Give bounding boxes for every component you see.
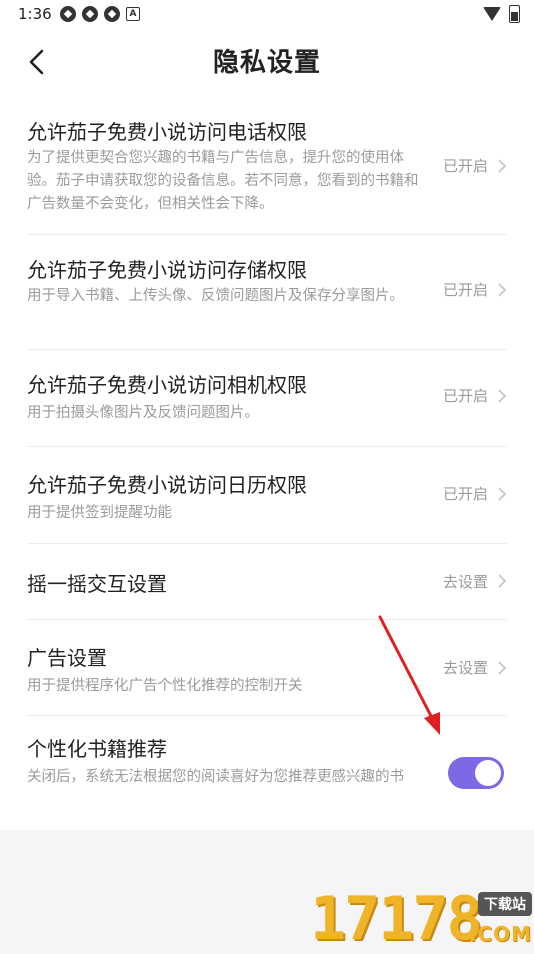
watermark-number: 17178 (310, 884, 483, 954)
setting-row-ad-settings[interactable]: 广告设置 用于提供程序化广告个性化推荐的控制开关 去设置 (0, 620, 534, 716)
setting-title: 允许茄子免费小说访问相机权限 (27, 373, 307, 397)
chevron-right-icon (498, 389, 507, 403)
site-watermark: 17178 下载站 .COM (310, 884, 534, 954)
setting-title: 广告设置 (27, 646, 107, 670)
app-notification-icon (82, 6, 98, 22)
watermark-badge: 下载站 (478, 892, 532, 916)
chevron-right-icon (498, 661, 507, 675)
watermark-suffix: .COM (468, 922, 532, 946)
personalized-recommendation-toggle[interactable] (448, 757, 504, 789)
toggle-knob (475, 760, 501, 786)
chevron-right-icon (498, 159, 507, 173)
setting-description: 用于拍摄头像图片及反馈问题图片。 (27, 405, 259, 421)
setting-status: 已开启 (442, 485, 488, 503)
setting-status: 已开启 (442, 387, 488, 405)
app-notification-icon (104, 6, 120, 22)
setting-status: 去设置 (442, 659, 488, 677)
setting-title: 允许茄子免费小说访问存储权限 (27, 258, 307, 282)
battery-icon (509, 5, 520, 23)
chevron-right-icon (498, 574, 507, 588)
app-notification-icon (60, 6, 76, 22)
chevron-right-icon (498, 283, 507, 297)
setting-row-storage-permission[interactable]: 允许茄子免费小说访问存储权限 用于导入书籍、上传头像、反馈问题图片及保存分享图片… (0, 235, 534, 350)
chevron-right-icon (498, 487, 507, 501)
setting-description: 用于提供签到提醒功能 (27, 505, 172, 521)
setting-status: 已开启 (442, 157, 488, 175)
status-time: 1:36 (18, 5, 52, 23)
page-title: 隐私设置 (212, 48, 321, 78)
setting-description: 为了提供更契合您兴趣的书籍与广告信息，提升您的使用体验。茄子申请获取您的设备信息… (27, 150, 419, 212)
setting-title: 允许茄子免费小说访问电话权限 (27, 120, 307, 144)
settings-list: 允许茄子免费小说访问电话权限 为了提供更契合您兴趣的书籍与广告信息，提升您的使用… (0, 96, 534, 830)
notification-icons: A (60, 6, 140, 22)
setting-description: 关闭后，系统无法根据您的阅读喜好为您推荐更感兴趣的书 (27, 769, 404, 785)
setting-status: 已开启 (442, 281, 488, 299)
setting-row-phone-permission[interactable]: 允许茄子免费小说访问电话权限 为了提供更契合您兴趣的书籍与广告信息，提升您的使用… (0, 96, 534, 235)
setting-row-camera-permission[interactable]: 允许茄子免费小说访问相机权限 用于拍摄头像图片及反馈问题图片。 已开启 (0, 350, 534, 447)
setting-title: 个性化书籍推荐 (27, 737, 167, 761)
setting-title: 允许茄子免费小说访问日历权限 (27, 473, 307, 497)
wifi-icon (483, 7, 501, 21)
setting-row-shake-interaction[interactable]: 摇一摇交互设置 去设置 (0, 544, 534, 620)
setting-title: 摇一摇交互设置 (27, 572, 167, 596)
setting-description: 用于提供程序化广告个性化推荐的控制开关 (27, 678, 303, 694)
setting-description: 用于导入书籍、上传头像、反馈问题图片及保存分享图片。 (27, 288, 404, 304)
a-notification-icon: A (126, 7, 140, 21)
setting-status: 去设置 (442, 573, 488, 591)
page-header: 隐私设置 (0, 28, 534, 96)
setting-row-calendar-permission[interactable]: 允许茄子免费小说访问日历权限 用于提供签到提醒功能 已开启 (0, 447, 534, 544)
setting-row-personalized-recommendation: 个性化书籍推荐 关闭后，系统无法根据您的阅读喜好为您推荐更感兴趣的书 (0, 716, 534, 830)
status-bar: 1:36 A (0, 0, 534, 28)
